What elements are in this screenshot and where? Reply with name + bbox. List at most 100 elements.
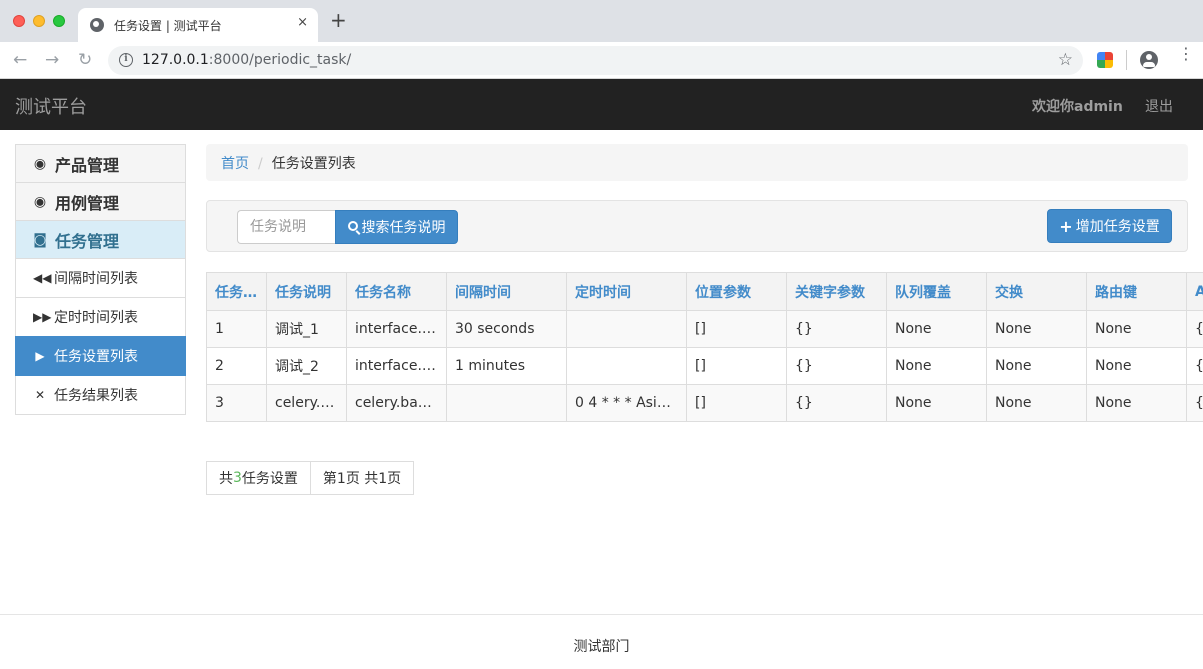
top-navbar: 测试平台 欢迎你admin 退出 <box>0 79 1203 130</box>
browser-menu-icon[interactable]: ⋮ <box>1178 46 1194 62</box>
column-header: 位置参数 <box>686 272 787 311</box>
github-icon: ◉ <box>33 193 47 210</box>
table-cell: 2 <box>206 347 267 385</box>
github-icon: ◉ <box>33 155 47 172</box>
window-close-button[interactable] <box>13 15 25 27</box>
table-cell: None <box>1086 310 1187 348</box>
table-cell: 30 seconds <box>446 310 567 348</box>
window-minimize-button[interactable] <box>33 15 45 27</box>
table-header-row: 任务ID 任务说明 任务名称 间隔时间 定时时间 位置参数 关键字参数 队列覆盖… <box>206 272 1203 311</box>
window-zoom-button[interactable] <box>53 15 65 27</box>
table-cell: None <box>886 347 987 385</box>
table-cell: None <box>986 384 1087 422</box>
url-path: :8000/periodic_task/ <box>208 52 352 68</box>
bookmark-star-icon[interactable]: ☆ <box>1058 50 1073 70</box>
column-header: 间隔时间 <box>446 272 567 311</box>
forward-arrow-icon[interactable]: → <box>45 50 59 70</box>
table-cell: 1 <box>206 310 267 348</box>
logout-link[interactable]: 退出 <box>1145 96 1173 116</box>
address-bar[interactable]: i 127.0.0.1:8000/periodic_task/ ☆ <box>108 46 1083 75</box>
table-cell: None <box>886 384 987 422</box>
table-row[interactable]: 1 调试_1 interface.tasks 30 seconds [] {} … <box>206 310 1203 348</box>
column-header: A <box>1186 272 1203 311</box>
sidebar-group-cases[interactable]: ◉ 用例管理 <box>15 182 186 221</box>
column-header: 任务说明 <box>266 272 347 311</box>
table-cell: celery.backend_cleanup <box>346 384 447 422</box>
extension-icon[interactable] <box>1097 52 1113 68</box>
table-cell <box>446 384 567 422</box>
play-circle-icon: ▶ <box>35 349 45 363</box>
table-cell: {} <box>786 310 887 348</box>
table-cell: 0 4 * * * Asia/Shanghai <box>566 384 687 422</box>
tab-close-icon[interactable]: × <box>297 15 308 30</box>
table-cell: 1 minutes <box>446 347 567 385</box>
table-cell: interface.tasks <box>346 310 447 348</box>
table-cell: {} <box>786 384 887 422</box>
sidebar-item-label: 任务结果列表 <box>54 388 138 404</box>
url-text[interactable]: 127.0.0.1:8000/periodic_task/ <box>142 52 351 68</box>
column-header: 路由键 <box>1086 272 1187 311</box>
sidebar-item-crontab-list[interactable]: ▶▶ 定时时间列表 <box>15 297 186 337</box>
search-button[interactable]: 搜索任务说明 <box>335 210 458 244</box>
column-header: 任务ID <box>206 272 267 311</box>
reload-icon[interactable]: ↻ <box>78 50 92 70</box>
table-cell: None <box>1086 347 1187 385</box>
column-header: 定时时间 <box>566 272 687 311</box>
table-cell: 调试_1 <box>266 310 347 348</box>
info-icon[interactable]: i <box>119 53 133 67</box>
column-header: 任务名称 <box>346 272 447 311</box>
table-cell: celery.backend_cleanup <box>266 384 347 422</box>
sidebar-group-label: 用例管理 <box>55 193 120 213</box>
pagination: 共 3 任务设置 第1页 共1页 <box>206 461 415 495</box>
sidebar-group-label: 产品管理 <box>55 155 120 175</box>
search-panel: 搜索任务说明 + 增加任务设置 <box>206 200 1188 252</box>
sidebar-item-task-results[interactable]: ✕ 任务结果列表 <box>15 375 186 415</box>
tab-title: 任务设置 | 测试平台 <box>114 19 222 33</box>
search-input[interactable] <box>237 210 335 244</box>
sidebar-item-interval-list[interactable]: ◀◀ 间隔时间列表 <box>15 258 186 298</box>
page-info: 第1页 共1页 <box>309 461 415 495</box>
breadcrumb-current: 任务设置列表 <box>271 156 356 172</box>
total-count: 共 3 任务设置 <box>206 461 311 495</box>
table-cell: None <box>1086 384 1187 422</box>
task-table: 任务ID 任务说明 任务名称 间隔时间 定时时间 位置参数 关键字参数 队列覆盖… <box>206 272 1203 422</box>
sidebar-item-label: 间隔时间列表 <box>54 271 138 287</box>
sidebar-group-tasks[interactable]: ◙ 任务管理 <box>15 220 186 259</box>
back-arrow-icon[interactable]: ← <box>13 50 27 70</box>
forward-icon: ▶▶ <box>33 310 52 324</box>
footer: 测试部门 <box>0 614 1203 669</box>
github-alt-icon: ◙ <box>33 231 47 248</box>
table-cell: 3 <box>206 384 267 422</box>
sidebar-item-task-settings[interactable]: ▶ 任务设置列表 <box>15 336 186 376</box>
address-toolbar: ← → ↻ i 127.0.0.1:8000/periodic_task/ ☆ <box>0 42 1203 79</box>
new-tab-button[interactable]: + <box>330 10 347 30</box>
breadcrumb-separator: / <box>258 156 263 172</box>
table-row[interactable]: 3 celery.backend_cleanup celery.backend_… <box>206 384 1203 422</box>
plus-icon: + <box>1059 216 1073 236</box>
table-cell <box>566 310 687 348</box>
globe-icon <box>90 18 104 32</box>
add-task-button[interactable]: + 增加任务设置 <box>1047 209 1172 243</box>
column-header: 交换 <box>986 272 1087 311</box>
brand-title[interactable]: 测试平台 <box>15 93 87 119</box>
table-cell: None <box>986 310 1087 348</box>
total-suffix: 任务设置 <box>241 471 298 487</box>
welcome-user[interactable]: 欢迎你admin <box>1032 96 1123 116</box>
table-cell: {} <box>1186 384 1203 422</box>
sidebar-group-products[interactable]: ◉ 产品管理 <box>15 144 186 183</box>
breadcrumb-home-link[interactable]: 首页 <box>221 156 249 172</box>
search-button-label: 搜索任务说明 <box>361 220 446 236</box>
task-table-container: 任务ID 任务说明 任务名称 间隔时间 定时时间 位置参数 关键字参数 队列覆盖… <box>206 272 1203 422</box>
url-host: 127.0.0.1 <box>142 52 209 68</box>
sidebar: ◉ 产品管理 ◉ 用例管理 ◙ 任务管理 ◀◀ 间隔时间列表 ▶▶ 定时时间列表… <box>15 144 186 415</box>
total-prefix: 共 <box>219 471 233 487</box>
search-icon <box>347 221 358 231</box>
fullscreen-icon: ✕ <box>34 388 46 402</box>
profile-avatar-icon[interactable] <box>1140 51 1158 69</box>
browser-tab[interactable]: 任务设置 | 测试平台 × <box>78 8 318 42</box>
column-header: 队列覆盖 <box>886 272 987 311</box>
table-cell: 调试_2 <box>266 347 347 385</box>
table-row[interactable]: 2 调试_2 interface.tasks 1 minutes [] {} N… <box>206 347 1203 385</box>
table-cell: [] <box>686 384 787 422</box>
browser-tab-bar: 任务设置 | 测试平台 × + <box>0 0 1203 42</box>
